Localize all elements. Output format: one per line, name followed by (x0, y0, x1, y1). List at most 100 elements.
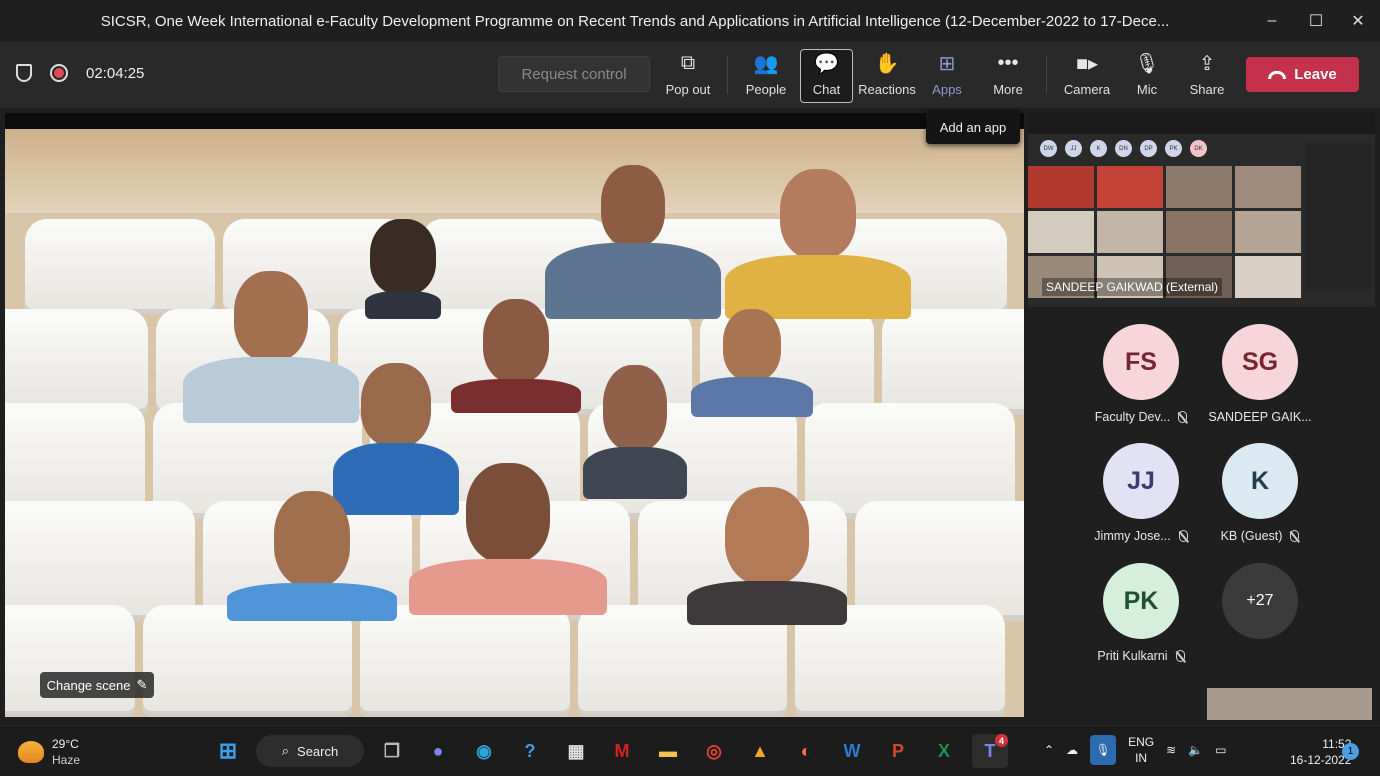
reactions-label: Reactions (858, 82, 916, 97)
popout-button[interactable]: ⧉ Pop out (662, 50, 714, 102)
mcafee-icon[interactable]: M (604, 734, 640, 768)
popout-icon: ⧉ (680, 51, 696, 74)
region-code: IN (1135, 751, 1148, 765)
add-app-tooltip: Add an app (926, 110, 1020, 144)
participant-video (227, 491, 397, 621)
leave-button[interactable]: Leave (1246, 57, 1359, 92)
avatar: SG (1222, 324, 1298, 400)
pencil-icon: ✎ (136, 677, 148, 692)
participant-name: Priti Kulkarni (1097, 649, 1168, 663)
camera-button[interactable]: ■▸ Camera (1062, 50, 1112, 102)
mini-avatar: DW (1040, 140, 1057, 157)
participant-name: SANDEEP GAIK... (1208, 410, 1312, 424)
mini-avatar: DP (1140, 140, 1157, 157)
taskbar-apps: ⊞ ⌕ Search ❐ ● ◉ ? ▦ M ▬ ◎ ▲ ◐ W P X T4 (210, 734, 1008, 768)
participant-name: Faculty Dev... (1094, 410, 1171, 424)
notification-badge[interactable]: 1 (1342, 743, 1359, 760)
avatar: JJ (1103, 443, 1179, 519)
microphone-icon[interactable]: 🎙 (1090, 735, 1117, 765)
shared-screen-avatar-row: DW JJ K DN DP PK DK (1040, 140, 1207, 157)
window-title: SICSR, One Week International e-Faculty … (100, 12, 1170, 30)
participant-tile[interactable]: PK Priti Kulkarni (1082, 563, 1200, 663)
weather-widget[interactable]: 29°C Haze (18, 736, 80, 768)
close-button[interactable]: ✕ (1334, 0, 1380, 42)
mic-off-icon (1178, 530, 1188, 542)
wifi-icon[interactable]: ≋ (1166, 743, 1176, 757)
people-label: People (745, 82, 787, 97)
powerpoint-icon[interactable]: P (880, 734, 916, 768)
teams-icon[interactable]: T4 (972, 734, 1008, 768)
apps-icon: ⊞ (938, 52, 956, 75)
participant-tile[interactable]: K KB (Guest) (1201, 443, 1319, 543)
chevron-up-icon[interactable]: ⌃ (1044, 743, 1054, 757)
haze-weather-icon (18, 741, 44, 763)
onedrive-cloud-icon[interactable]: ☁ (1066, 743, 1078, 757)
chat-button[interactable]: 💬 Chat (800, 49, 853, 103)
mini-avatar: DN (1115, 140, 1132, 157)
word-icon[interactable]: W (834, 734, 870, 768)
more-participants-count: +27 (1222, 563, 1298, 639)
participant-video (451, 299, 581, 413)
mic-icon: 🎙 (1134, 52, 1160, 75)
get-help-icon[interactable]: ? (512, 734, 548, 768)
participant-tile[interactable]: SG SANDEEP GAIK... (1201, 324, 1319, 424)
more-participants-tile[interactable]: +27 (1201, 563, 1319, 639)
more-button[interactable]: ••• More (986, 50, 1030, 102)
battery-icon[interactable]: ▭ (1215, 743, 1226, 757)
shared-screen-caption: SANDEEP GAIKWAD (External) (1042, 278, 1223, 296)
apps-label: Apps (932, 82, 962, 97)
windows-taskbar: 29°C Haze ⊞ ⌕ Search ❐ ● ◉ ? ▦ M ▬ ◎ ▲ ◐… (0, 725, 1380, 776)
weather-temp: 29°C (52, 737, 79, 751)
toolbar-divider (727, 56, 728, 94)
mic-button[interactable]: 🎙 Mic (1128, 50, 1166, 102)
change-scene-button[interactable]: Change scene ✎ (40, 672, 154, 698)
mic-off-icon (1290, 530, 1300, 542)
apps-button[interactable]: ⊞ Apps (926, 50, 968, 102)
shield-icon[interactable] (16, 64, 32, 82)
edge-icon[interactable]: ◉ (466, 734, 502, 768)
shared-screen-tile[interactable]: DW JJ K DN DP PK DK SANDEEP GAIKWAD (Ext… (1028, 112, 1375, 307)
excel-icon[interactable]: X (926, 734, 962, 768)
meeting-toolbar: 02:04:25 Request control ⧉ Pop out 👥 Peo… (0, 42, 1380, 108)
self-view-video[interactable] (1207, 688, 1372, 720)
chrome-icon[interactable]: ◎ (696, 734, 732, 768)
people-button[interactable]: 👥 People (742, 50, 790, 102)
language-code: ENG (1128, 735, 1155, 749)
participant-tile[interactable]: FS Faculty Dev... (1082, 324, 1200, 424)
minimize-button[interactable]: – (1248, 0, 1296, 42)
participant-tile[interactable]: JJ Jimmy Jose... (1082, 443, 1200, 543)
vlc-icon[interactable]: ▲ (742, 734, 778, 768)
avatar: FS (1103, 324, 1179, 400)
recording-icon (50, 64, 68, 82)
firefox-icon[interactable]: ◐ (788, 734, 824, 768)
taskbar-search-button[interactable]: ⌕ Search (256, 735, 364, 767)
more-icon: ••• (997, 51, 1019, 74)
file-explorer-icon[interactable]: ▬ (650, 734, 686, 768)
mic-off-icon (1178, 411, 1188, 423)
task-view-icon[interactable]: ❐ (374, 734, 410, 768)
request-control-button[interactable]: Request control (498, 56, 650, 92)
participant-video (409, 463, 607, 615)
teams-badge: 4 (995, 734, 1008, 747)
together-mode-stage: Change scene ✎ (5, 113, 1024, 717)
maximize-button[interactable]: ☐ (1292, 0, 1340, 42)
volume-icon[interactable]: 🔈 (1188, 743, 1203, 757)
windows-start-icon[interactable]: ⊞ (210, 734, 246, 768)
phone-hangup-icon (1268, 70, 1287, 79)
toolbar-divider (1046, 56, 1047, 94)
microsoft-store-icon[interactable]: ▦ (558, 734, 594, 768)
mic-off-icon (1175, 650, 1185, 662)
reactions-button[interactable]: ✋ Reactions (858, 50, 916, 102)
share-button[interactable]: ⇪ Share (1186, 50, 1228, 102)
participant-video (725, 169, 911, 319)
mini-avatar: DK (1190, 140, 1207, 157)
language-indicator[interactable]: ENG IN (1128, 734, 1154, 766)
avatar: K (1222, 443, 1298, 519)
camera-icon: ■▸ (1075, 52, 1099, 75)
shared-screen-titlebar (1028, 112, 1375, 134)
teams-chat-icon[interactable]: ● (420, 734, 456, 768)
participant-video (691, 309, 813, 417)
chat-label: Chat (812, 82, 841, 97)
share-icon: ⇪ (1198, 52, 1216, 75)
title-bar: SICSR, One Week International e-Faculty … (0, 0, 1380, 42)
